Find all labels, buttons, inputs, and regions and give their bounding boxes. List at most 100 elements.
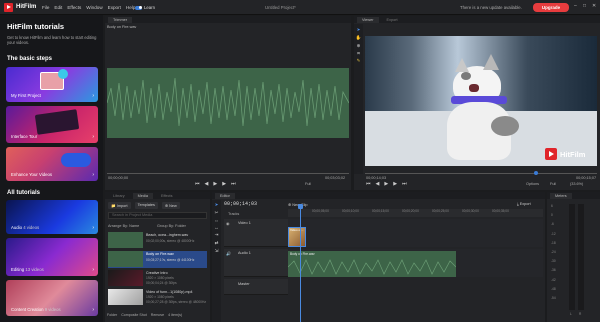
play-icon[interactable]: ▶ (384, 181, 388, 187)
remove-button[interactable]: Remove (151, 313, 164, 317)
play-icon[interactable]: ▶ (213, 181, 217, 187)
slide-tool-icon[interactable]: ↔ (212, 225, 221, 230)
viewer-scrubber[interactable] (365, 173, 597, 174)
chevron-right-icon: › (92, 225, 94, 231)
learn-toggle[interactable]: Learn (135, 4, 155, 11)
meter-scale: 6 0 -6 -12 -18 -24 -30 -36 -42 -48 -54 (551, 204, 556, 300)
minimize-icon[interactable]: – (574, 3, 577, 9)
step-forward-icon[interactable]: ▶ (222, 181, 226, 187)
viewer-playhead[interactable] (534, 171, 538, 175)
ruler-tick: 00;00;20;00 (402, 209, 419, 213)
step-back-icon[interactable]: ◀ (376, 181, 380, 187)
select-tool-icon[interactable]: ➤ (212, 202, 221, 208)
media-search-input[interactable]: Search in Project Media (108, 212, 207, 219)
audio-track-header[interactable]: 🔊 Audio 1 (224, 249, 288, 277)
timeline-ruler[interactable]: 00;00;05;00 00;00;10;00 00;00;15;00 00;0… (288, 209, 543, 217)
slip-tool-icon[interactable]: ⇔ (212, 218, 221, 223)
tutorials-title: HitFilm tutorials (7, 22, 65, 31)
update-notice[interactable]: There is a new update available. (460, 5, 522, 10)
video-preview[interactable]: HitFilm (365, 36, 597, 166)
templates-button[interactable]: Templates (134, 202, 158, 209)
skip-back-icon[interactable]: ⏮ (366, 181, 371, 187)
tab-meters[interactable]: Meters (550, 193, 572, 199)
ripple-tool-icon[interactable]: ⇥ (212, 232, 221, 238)
step-back-icon[interactable]: ◀ (205, 181, 209, 187)
maximize-icon[interactable]: □ (583, 3, 586, 9)
tutorial-category-editing[interactable]: Editing 13 videos › (6, 238, 98, 276)
audio-waveform[interactable] (106, 68, 350, 138)
upgrade-button[interactable]: Upgrade (533, 3, 569, 12)
menu-window[interactable]: Window (86, 5, 102, 10)
skip-back-icon[interactable]: ⏮ (195, 181, 200, 187)
viewer-options-button[interactable]: Options (526, 182, 539, 186)
tab-library[interactable]: Library (108, 193, 130, 199)
cat-ear-left (455, 58, 469, 72)
export-label: Export (519, 202, 531, 206)
arrange-by-select[interactable]: Arrange By: Name (108, 224, 139, 228)
menu-edit[interactable]: Edit (54, 5, 62, 10)
tutorial-category-content-creation[interactable]: Content Creation 9 videos › (6, 280, 98, 316)
menu-bar: File Edit Effects Window Export Help (42, 5, 135, 10)
tutorial-card-first-project[interactable]: My First Project › (6, 67, 98, 102)
viewer-full-select[interactable]: Full (550, 182, 556, 186)
tutorial-card-enhance-videos[interactable]: Enhance Your Videos › (6, 147, 98, 181)
pen-tool-icon[interactable]: ✎ (354, 58, 363, 64)
track-name: Video 1 (238, 221, 251, 225)
media-thumbnail (108, 270, 143, 286)
trimmer-scrubber[interactable] (107, 173, 349, 174)
playhead-handle[interactable] (298, 204, 303, 209)
audio-track-lane[interactable]: Body on Fire.wav (288, 249, 543, 277)
skip-forward-icon[interactable]: ⏭ (231, 181, 236, 187)
select-tool-icon[interactable]: ➤ (354, 27, 363, 33)
skip-forward-icon[interactable]: ⏭ (402, 181, 407, 187)
media-item[interactable]: Video of funn...1(1080p).mp4 1920 × 1080… (108, 289, 207, 306)
hand-tool-icon[interactable]: ✋ (354, 35, 363, 41)
category-name: Editing (11, 267, 25, 272)
media-panel: Library Media Effects 📁 Import Templates… (105, 192, 210, 322)
tab-trimmer[interactable]: Trimmer (108, 17, 132, 23)
basic-steps-heading: The basic steps (7, 56, 53, 62)
category-count: 9 videos (44, 307, 61, 312)
export-button[interactable]: ⤓ Export (517, 202, 531, 206)
chevron-right-icon: › (92, 172, 94, 178)
tab-effects[interactable]: Effects (156, 193, 178, 199)
menu-file[interactable]: File (42, 5, 49, 10)
import-button[interactable]: 📁 Import (108, 202, 131, 209)
chevron-right-icon: › (92, 307, 94, 313)
slice-tool-icon[interactable]: ✂ (212, 210, 221, 216)
tutorial-card-interface-tour[interactable]: Interface Tour › (6, 106, 98, 143)
tutorial-category-audio[interactable]: Audio 4 videos › (6, 200, 98, 234)
audio-clip[interactable]: Body on Fire.wav (288, 251, 456, 277)
tab-editor[interactable]: Editor (215, 193, 235, 199)
video-clip[interactable]: Video of... (288, 227, 306, 247)
media-item-selected[interactable]: Body on Fire.wav 00;03;27;1?s, stereo @ … (108, 251, 207, 268)
trimmer-full-select[interactable]: Full (305, 182, 311, 186)
tab-media[interactable]: Media (132, 193, 153, 199)
video-track-header[interactable]: ◉ Video 1 (224, 219, 288, 247)
rate-stretch-tool-icon[interactable]: ⇲ (212, 248, 221, 254)
folder-button[interactable]: Folder (107, 313, 117, 317)
media-item[interactable]: Creative Intro 1920 × 1080 pixels 00;00;… (108, 270, 207, 287)
new-button[interactable]: ⊕ New (161, 202, 180, 209)
timeline-playhead[interactable] (300, 206, 301, 322)
composite-shot-button[interactable]: Composite Shot (121, 313, 147, 317)
video-track-lane[interactable]: Video of... (288, 219, 543, 247)
tab-viewer[interactable]: Viewer (357, 17, 379, 23)
tab-export[interactable]: Export (382, 17, 403, 23)
menu-help[interactable]: Help (126, 5, 135, 10)
roll-tool-icon[interactable]: ⇄ (212, 240, 221, 246)
menu-export[interactable]: Export (108, 5, 121, 10)
viewer-zoom-select[interactable]: (33.6%) (570, 182, 583, 186)
close-icon[interactable]: ✕ (592, 3, 596, 9)
step-forward-icon[interactable]: ▶ (393, 181, 397, 187)
zoom-tool-icon[interactable]: ⊕ (354, 43, 363, 49)
crop-tool-icon[interactable]: ⌗ (354, 51, 363, 56)
meter-label: -30 (551, 259, 556, 264)
hitfilm-logo-icon (4, 3, 13, 12)
group-by-select[interactable]: Group By: Folder (157, 224, 186, 228)
speaker-icon[interactable]: 🔊 (226, 251, 231, 256)
menu-effects[interactable]: Effects (67, 5, 81, 10)
media-item[interactable]: Beach, ocea...inghem.wav 00;02;00;00s, s… (108, 232, 207, 249)
master-track-header[interactable]: Master (224, 279, 288, 295)
eye-icon[interactable]: ◉ (226, 221, 230, 226)
